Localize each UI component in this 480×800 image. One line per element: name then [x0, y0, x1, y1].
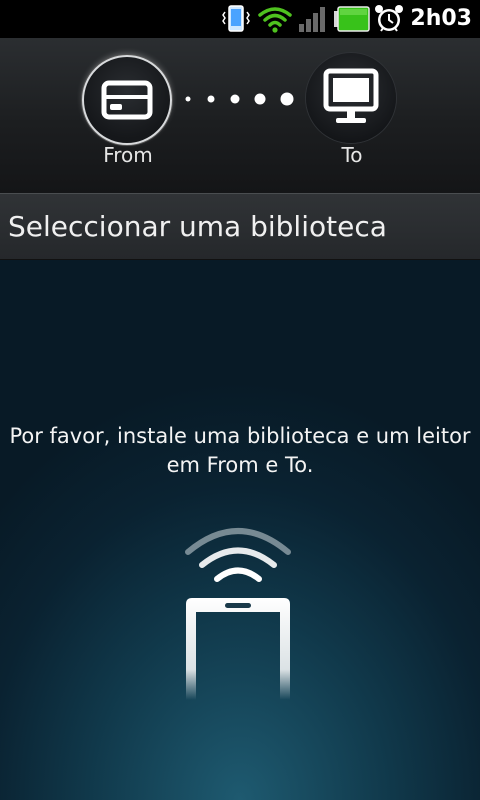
from-device-button[interactable]	[82, 55, 172, 145]
monitor-icon	[323, 68, 379, 123]
screen: 2h03 From To Seleccionar uma biblioteca …	[0, 0, 480, 800]
battery-icon	[334, 6, 370, 32]
main-content: Por favor, instale uma biblioteca e um l…	[0, 260, 480, 800]
vibrate-icon	[222, 5, 250, 32]
instruction-line-2: em From e To.	[166, 453, 314, 477]
storage-drive-icon	[101, 80, 153, 120]
alarm-clock-icon	[375, 5, 403, 32]
from-label: From	[103, 143, 153, 167]
status-bar: 2h03	[0, 0, 480, 38]
instruction-line-1: Por favor, instale uma biblioteca e um l…	[9, 424, 471, 448]
to-device-button[interactable]	[306, 53, 396, 143]
instruction-message: Por favor, instale uma biblioteca e um l…	[0, 422, 480, 480]
to-label: To	[341, 143, 363, 167]
from-to-header: From To	[0, 38, 480, 193]
signal-icon	[299, 7, 325, 32]
phone-wireless-icon	[185, 528, 291, 700]
connection-dots	[185, 92, 294, 106]
status-time: 2h03	[410, 6, 472, 31]
page-title: Seleccionar uma biblioteca	[8, 210, 387, 243]
section-title-bar: Seleccionar uma biblioteca	[0, 193, 480, 260]
wifi-icon	[258, 7, 292, 33]
